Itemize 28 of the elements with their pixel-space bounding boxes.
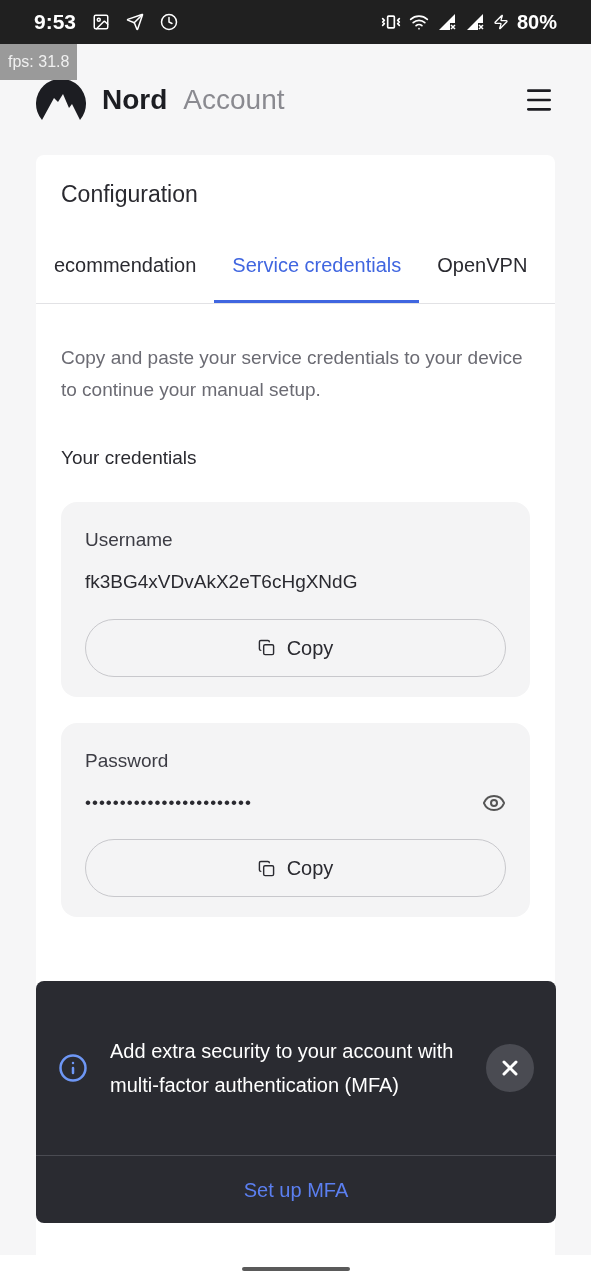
image-icon (92, 13, 111, 31)
mountain-logo (36, 77, 86, 122)
description-text: Copy and paste your service credentials to your device to continue your manual setup. (61, 345, 524, 402)
battery-level: 80% (516, 10, 557, 35)
set-up-mfa-link[interactable]: Set up MFA (243, 1174, 349, 1205)
field-value: •••••••••••••••••••••••• (85, 792, 252, 815)
tab[interactable]: Service credentials (214, 249, 420, 303)
copy-icon (257, 639, 275, 656)
card-title: Configuration (60, 180, 199, 209)
tab[interactable]: ecommendation (36, 249, 215, 303)
section-title: Your credentials (61, 445, 198, 470)
brand-name: Nord (102, 82, 168, 117)
vibrate-icon (380, 12, 401, 32)
wifi-icon (408, 12, 429, 32)
field-label: Password (85, 748, 170, 773)
copy-icon (257, 859, 275, 877)
bolt-icon (492, 14, 509, 30)
field-label: Username (85, 528, 174, 552)
field-value: fk3BG4xVDvAkX2eT6cHgXNdG (85, 570, 358, 595)
product-name: Account (183, 82, 285, 117)
clock-icon (160, 13, 179, 31)
close-button[interactable] (486, 1044, 534, 1092)
tab[interactable]: OpenVPN (419, 249, 546, 303)
paper-plane-icon (126, 13, 145, 31)
info-icon (58, 1053, 88, 1083)
fps-overlay: fps: 31.8 (0, 44, 78, 80)
toast-message: Add extra security to your account with multi-factor authentication (MFA) (110, 1039, 455, 1098)
clock-time: 9:53 (34, 9, 77, 36)
